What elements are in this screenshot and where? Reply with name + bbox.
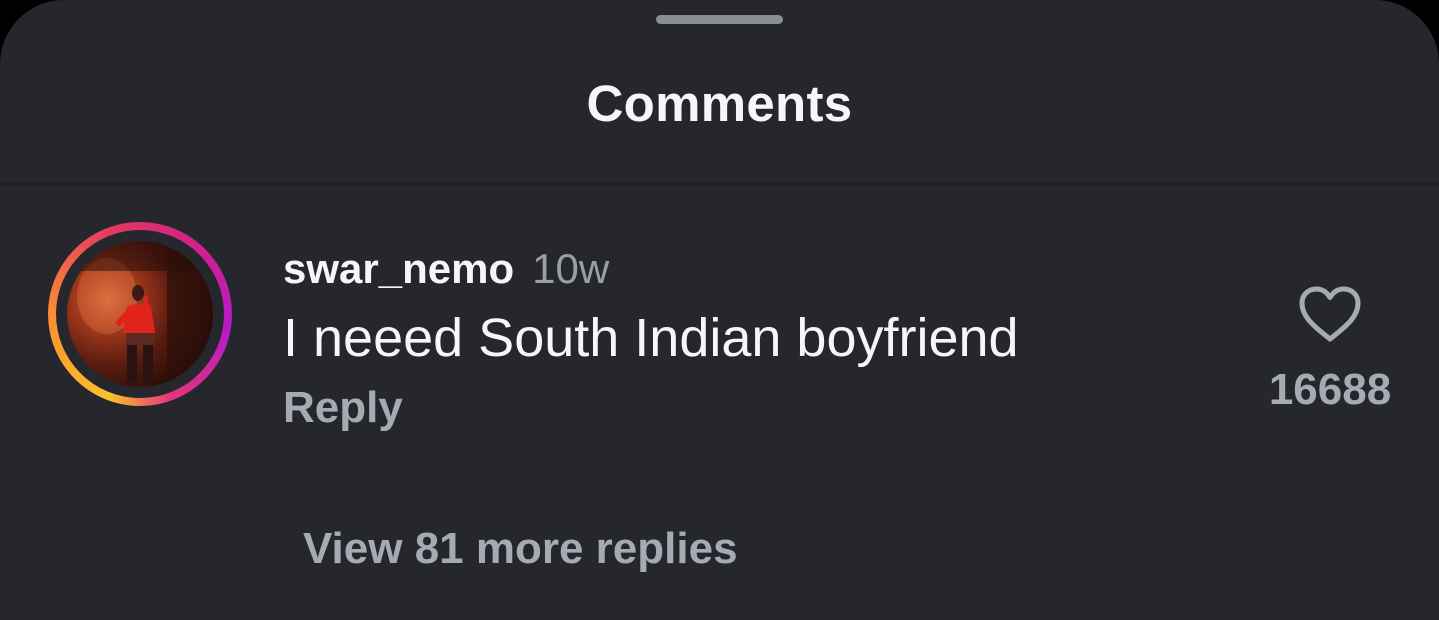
like-count: 16688: [1268, 365, 1392, 414]
view-more-replies-button[interactable]: View 81 more replies: [303, 524, 738, 574]
comment-item: swar_nemo 10w I neeed South Indian boyfr…: [0, 185, 1439, 485]
comments-sheet: Comments swar_nemo 10w I neeed South Ind…: [0, 0, 1439, 620]
comment-meta: swar_nemo 10w: [283, 245, 1019, 293]
sheet-title: Comments: [586, 75, 853, 132]
sheet-header: Comments: [0, 0, 1439, 184]
comment-text: I neeed South Indian boyfriend: [283, 308, 1019, 368]
comment-username[interactable]: swar_nemo: [283, 245, 514, 293]
heart-icon[interactable]: [1298, 285, 1362, 343]
avatar-ring-gap: [56, 230, 224, 398]
like-area: 16688: [1255, 285, 1405, 415]
avatar-story-ring[interactable]: [48, 222, 232, 406]
comment-timestamp: 10w: [532, 245, 610, 292]
avatar-photo: [67, 241, 209, 383]
avatar: [67, 241, 213, 387]
comment-body: swar_nemo 10w I neeed South Indian boyfr…: [283, 245, 1019, 433]
reply-button[interactable]: Reply: [283, 383, 403, 433]
